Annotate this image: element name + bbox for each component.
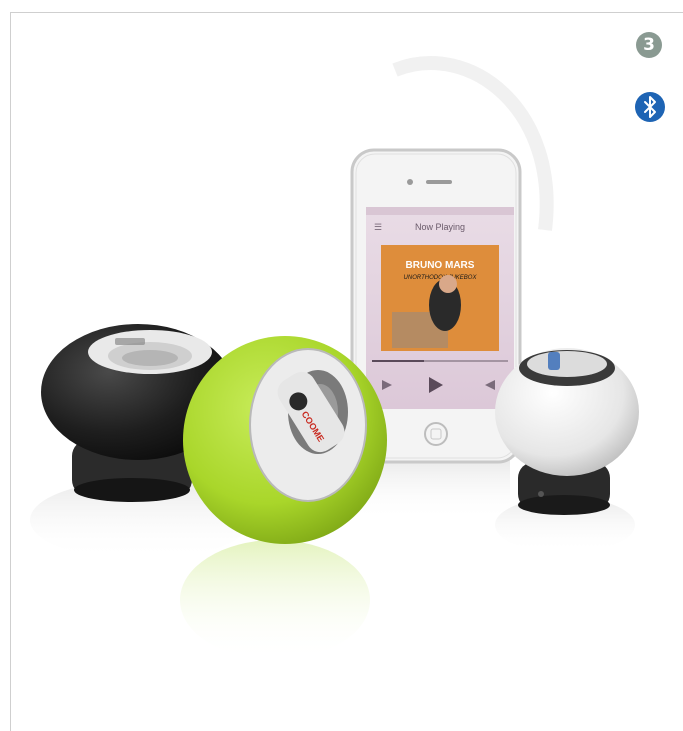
- green-speaker: COOME: [183, 336, 387, 544]
- green-speaker-reflection: [180, 540, 370, 660]
- album-artist: BRUNO MARS: [406, 260, 475, 271]
- product-photo: Now Playing ☰ BRUNO MARS UNORTHODOX JUKE…: [30, 56, 639, 660]
- svg-text:☰: ☰: [374, 222, 382, 232]
- white-speaker: [495, 348, 639, 515]
- now-playing-title: Now Playing: [415, 222, 465, 232]
- album-cover: BRUNO MARS UNORTHODOX JUKEBOX: [381, 245, 499, 351]
